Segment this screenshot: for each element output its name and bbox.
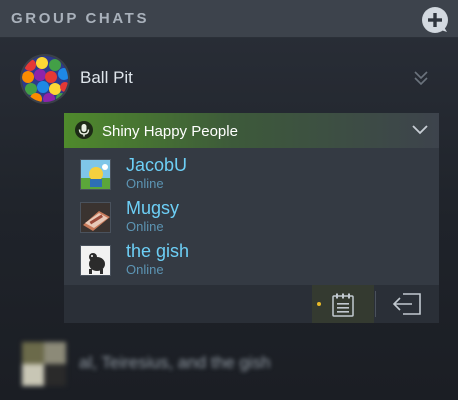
voice-member-row[interactable]: JacobU Online	[80, 155, 420, 193]
plus-circle-icon	[423, 8, 447, 32]
voice-member-row[interactable]: the gish Online	[80, 241, 420, 279]
voice-actions-bar	[64, 285, 439, 323]
chevron-down-icon[interactable]	[411, 122, 429, 138]
voice-member-row[interactable]: Mugsy Online	[80, 198, 420, 236]
member-status: Online	[126, 219, 164, 234]
voice-mic-icon	[75, 121, 93, 139]
voice-channel-name: Shiny Happy People	[102, 123, 238, 140]
leave-voice-icon	[392, 293, 421, 315]
voice-channel-header[interactable]: Shiny Happy People	[64, 113, 439, 148]
group-collage-avatar	[22, 342, 66, 386]
clipboard-icon	[332, 293, 354, 317]
section-title: GROUP CHATS	[11, 10, 150, 27]
notes-button[interactable]	[312, 285, 374, 323]
member-status: Online	[126, 262, 164, 277]
group-chats-header: GROUP CHATS	[0, 0, 458, 38]
group-name: al, Teiresius, and the gish	[79, 353, 271, 372]
group-chat-row[interactable]: al, Teiresius, and the gish	[0, 338, 458, 386]
the-gish-avatar	[80, 245, 111, 276]
member-status: Online	[126, 176, 164, 191]
leave-voice-button[interactable]	[376, 285, 439, 323]
group-chat-row[interactable]: Ball Pit	[0, 52, 458, 104]
notification-dot	[317, 302, 321, 306]
jacobu-avatar	[80, 159, 111, 190]
member-name: the gish	[126, 241, 190, 261]
colorful-balls-avatar	[22, 56, 68, 102]
voice-channel-panel: Shiny Happy People JacobU Online Mugsy O…	[64, 113, 439, 323]
double-chevron-down-icon[interactable]	[412, 68, 430, 88]
add-group-chat-button[interactable]	[422, 7, 448, 33]
member-name: JacobU	[126, 155, 188, 175]
group-name: Ball Pit	[80, 68, 133, 87]
member-name: Mugsy	[126, 198, 180, 218]
mugsy-avatar	[80, 202, 111, 233]
